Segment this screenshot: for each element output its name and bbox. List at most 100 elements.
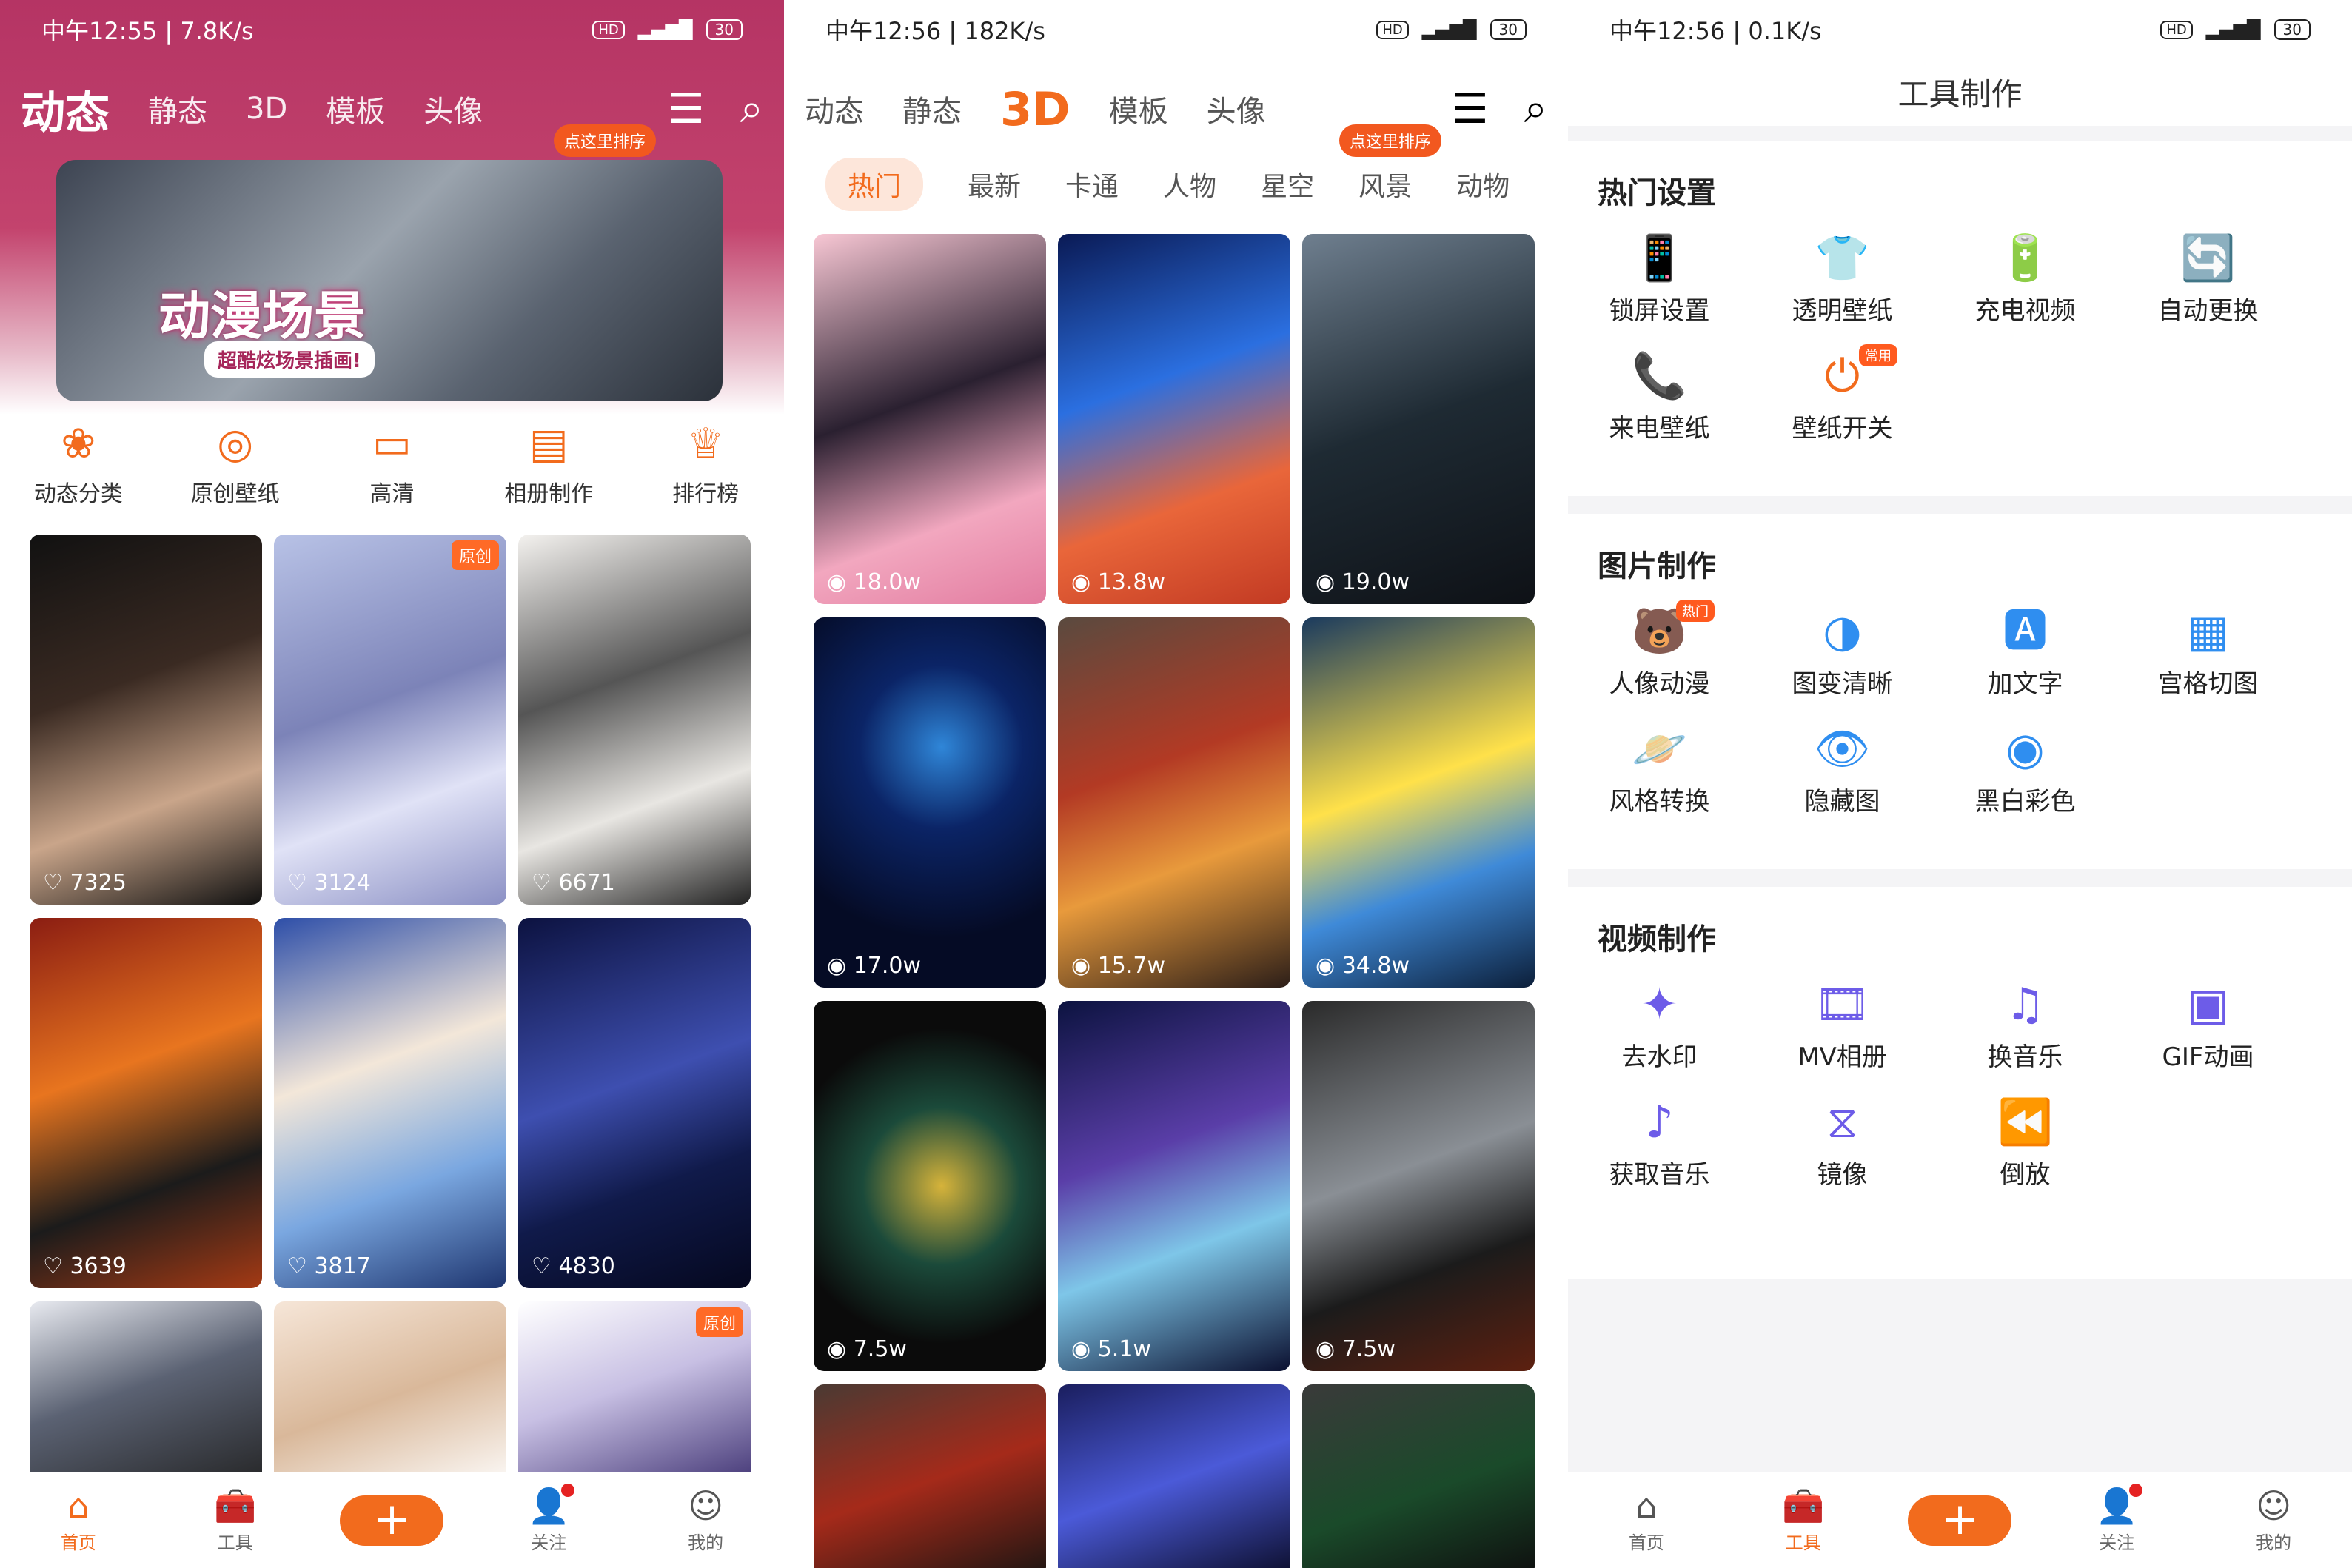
wallpaper-card[interactable]: [814, 1384, 1046, 1568]
nav-follow[interactable]: 👤 关注: [493, 1484, 604, 1554]
tab-avatar[interactable]: 头像: [423, 87, 483, 130]
nav-toolbox[interactable]: 🧰 工具: [1748, 1487, 1859, 1554]
tab-template[interactable]: 模板: [1109, 87, 1168, 130]
category-ranking[interactable]: ♕ 排行榜: [631, 421, 780, 517]
tool-item[interactable]: 👕 透明壁纸: [1751, 234, 1934, 326]
tool-item[interactable]: 🎞 MV相册: [1751, 980, 1934, 1073]
tool-item[interactable]: ⏻ 壁纸开关 常用: [1751, 344, 1934, 444]
home-dynamic-screen: 中午12:55 | 7.8K/s HD ▂▄▆█ 30 动态 静态 3D 模板 头像…: [0, 0, 784, 1568]
subtab-animals[interactable]: 动物: [1456, 165, 1510, 204]
tab-3d[interactable]: 3D: [1000, 82, 1071, 136]
wallpaper-card[interactable]: ◉ 7.5w: [1302, 1001, 1535, 1371]
home-icon: ⌂: [1635, 1486, 1658, 1526]
like-count: ♡ 7325: [43, 870, 127, 896]
nav-follow[interactable]: 👤 关注: [2061, 1484, 2172, 1554]
subtab-people[interactable]: 人物: [1163, 165, 1216, 204]
tab-avatar[interactable]: 头像: [1207, 87, 1266, 130]
tool-item[interactable]: 🔄 自动更换: [2117, 234, 2299, 326]
tab-dynamic[interactable]: 动态: [21, 77, 110, 141]
sort-icon[interactable]: ☰: [667, 85, 704, 133]
nav-label: 工具: [217, 1532, 253, 1553]
wallpaper-card[interactable]: 原创 ♡ 3124: [274, 535, 506, 905]
wallpaper-card[interactable]: ◉ 17.0w: [814, 617, 1046, 988]
tool-item[interactable]: 🪐 风格转换: [1568, 725, 1751, 817]
sort-icon[interactable]: ☰: [1451, 85, 1488, 133]
wallpaper-card[interactable]: ◉ 19.0w: [1302, 234, 1535, 604]
wallpaper-card[interactable]: [30, 1301, 262, 1494]
nav-home[interactable]: ⌂ 首页: [1591, 1487, 1702, 1554]
wallpaper-card[interactable]: ◉ 7.5w: [814, 1001, 1046, 1371]
tool-label: 人像动漫: [1609, 669, 1710, 699]
section-heading: 热门设置: [1598, 176, 1716, 210]
tool-item[interactable]: 📞 来电壁纸: [1568, 352, 1751, 444]
tab-dynamic[interactable]: 动态: [805, 87, 864, 130]
wallpaper-card[interactable]: ♡ 3817: [274, 918, 506, 1288]
shirt-icon: 👕: [1815, 232, 1870, 284]
tool-label: 充电视频: [1974, 296, 2076, 326]
call-icon: 📞: [1632, 350, 1687, 402]
heart-icon: ♡: [287, 1253, 315, 1279]
subtab-cartoon[interactable]: 卡通: [1065, 165, 1119, 204]
category-dynamic[interactable]: ❀ 动态分类: [4, 421, 153, 517]
tool-item[interactable]: ◉ 黑白彩色: [1934, 725, 2117, 817]
tool-item[interactable]: 📱 锁屏设置: [1568, 234, 1751, 326]
tool-item[interactable]: 🅰 加文字: [1934, 607, 2117, 700]
search-icon[interactable]: ⌕: [1524, 84, 1547, 133]
wallpaper-card[interactable]: ◉ 18.0w: [814, 234, 1046, 604]
tool-item[interactable]: ✦ 去水印: [1568, 980, 1751, 1073]
subtab-hot[interactable]: 热门: [825, 158, 924, 211]
nav-plus[interactable]: +: [336, 1495, 447, 1546]
tool-label: 黑白彩色: [1974, 787, 2076, 817]
tool-label: 壁纸开关: [1792, 414, 1893, 443]
tab-3d[interactable]: 3D: [246, 92, 287, 126]
tool-item[interactable]: ♫ 换音乐: [1934, 980, 2117, 1073]
wallpaper-card[interactable]: ♡ 6671: [518, 535, 751, 905]
wallpaper-card[interactable]: ♡ 3639: [30, 918, 262, 1288]
wallpaper-card[interactable]: 原创: [518, 1301, 751, 1494]
subtab-starry[interactable]: 星空: [1261, 165, 1314, 204]
search-icon[interactable]: ⌕: [740, 84, 763, 133]
wallpaper-card[interactable]: ♡ 7325: [30, 535, 262, 905]
tool-item[interactable]: ♪ 获取音乐: [1568, 1098, 1751, 1190]
status-bar: 中午12:56 | 0.1K/s HD ▂▄▆█ 30: [1568, 0, 2352, 59]
wallpaper-card[interactable]: ◉ 5.1w: [1058, 1001, 1290, 1371]
tool-item[interactable]: 🐻 人像动漫 热门: [1568, 600, 1751, 700]
subtab-scenery[interactable]: 风景: [1358, 165, 1412, 204]
category-original[interactable]: ◎ 原创壁纸: [161, 421, 309, 517]
nav-toolbox[interactable]: 🧰 工具: [180, 1487, 291, 1554]
toolbox-icon: 🧰: [214, 1486, 257, 1526]
nav-plus[interactable]: +: [1904, 1495, 2015, 1546]
tool-item[interactable]: ◑ 图变清晰: [1751, 607, 1934, 700]
promo-banner[interactable]: 动漫场景 超酷炫场景插画!: [56, 160, 723, 401]
hd-indicator: HD: [592, 20, 625, 39]
tool-item[interactable]: 👁 隐藏图: [1751, 725, 1934, 817]
wallpaper-card[interactable]: [274, 1301, 506, 1494]
tool-item[interactable]: ⏪ 倒放: [1934, 1098, 2117, 1190]
tool-item[interactable]: ▣ GIF动画: [2117, 980, 2299, 1073]
section-hot-settings: 热门设置 📱 锁屏设置 👕 透明壁纸 🔋 充电视频 🔄 自动更换 📞 来电壁纸 ⏻ 壁纸开关 常用: [1568, 141, 2352, 496]
plus-icon[interactable]: +: [1908, 1495, 2012, 1546]
category-album[interactable]: ▤ 相册制作: [475, 421, 623, 517]
category-hd[interactable]: ▭ 高清: [318, 421, 466, 517]
tool-item[interactable]: ⧖ 镜像: [1751, 1098, 1934, 1190]
status-time-speed: 中午12:56 | 182K/s: [825, 17, 1045, 45]
top-tabs: 动态 静态 3D 模板 头像 ☰ ⌕: [0, 68, 784, 150]
tool-item[interactable]: ▦ 宫格切图: [2117, 607, 2299, 700]
planet-icon: 🪐: [1632, 723, 1687, 775]
nav-home[interactable]: ⌂ 首页: [23, 1487, 134, 1554]
nav-face[interactable]: ☺ 我的: [650, 1487, 761, 1554]
wallpaper-card[interactable]: [1058, 1384, 1290, 1568]
wallpaper-card[interactable]: ♡ 4830: [518, 918, 751, 1288]
tab-static[interactable]: 静态: [148, 87, 207, 130]
tool-item[interactable]: 🔋 充电视频: [1934, 234, 2117, 326]
wallpaper-card[interactable]: [1302, 1384, 1535, 1568]
plus-icon[interactable]: +: [340, 1495, 444, 1546]
subtab-latest[interactable]: 最新: [968, 165, 1021, 204]
wallpaper-card[interactable]: ◉ 34.8w: [1302, 617, 1535, 988]
tab-static[interactable]: 静态: [902, 87, 962, 130]
bottom-nav: ⌂ 首页 🧰 工具 + 👤 关注 ☺ 我的: [0, 1472, 784, 1568]
nav-face[interactable]: ☺ 我的: [2218, 1487, 2329, 1554]
tab-template[interactable]: 模板: [326, 87, 385, 130]
wallpaper-card[interactable]: ◉ 13.8w: [1058, 234, 1290, 604]
wallpaper-card[interactable]: ◉ 15.7w: [1058, 617, 1290, 988]
